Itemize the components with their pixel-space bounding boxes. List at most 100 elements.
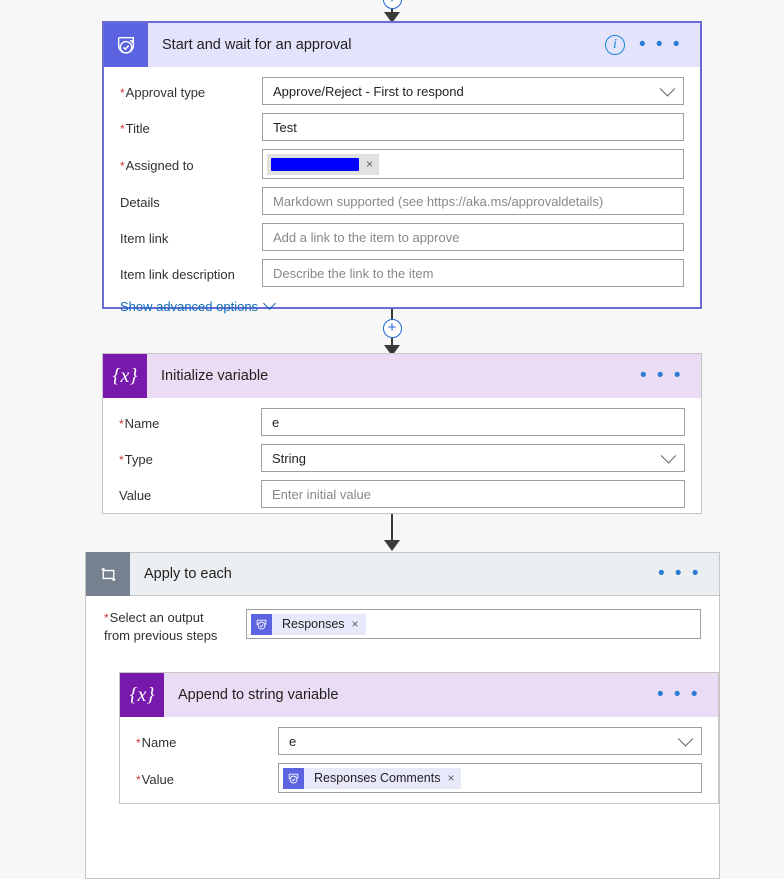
action-card-approval[interactable]: Start and wait for an approval i • • • *… <box>102 21 702 314</box>
card-menu-button-append-to-string-variable[interactable]: • • • <box>657 685 700 704</box>
card-header-initialize-variable[interactable]: {x} Initialize variable • • • <box>103 354 701 398</box>
required-marker: * <box>120 121 125 136</box>
card-body-initialize-variable: *Name e *Type String Value Enter initial… <box>103 398 701 530</box>
field-label-approval-type: *Approval type <box>120 84 206 100</box>
required-marker: * <box>120 158 125 173</box>
variable-braces-icon: {x} <box>120 673 164 717</box>
card-body-approval: *Approval type Approve/Reject - First to… <box>104 67 700 330</box>
variable-value-input[interactable]: Enter initial value <box>261 480 685 508</box>
arrowhead-icon <box>384 540 400 551</box>
action-card-append-to-string-variable[interactable]: {x} Append to string variable • • • *Nam… <box>119 672 719 804</box>
field-row-details: Details Markdown supported (see https://… <box>120 187 684 215</box>
item-link-placeholder: Add a link to the item to approve <box>273 229 460 245</box>
field-label-details: Details <box>120 195 160 210</box>
field-label-variable-name: *Name <box>119 415 160 431</box>
title-input[interactable]: Test <box>262 113 684 141</box>
required-marker: * <box>119 452 124 467</box>
info-icon[interactable]: i <box>604 35 625 55</box>
field-row-variable-value: Value Enter initial value <box>119 480 685 508</box>
plus-icon: + <box>387 319 397 336</box>
card-header-apply-to-each[interactable]: Apply to each • • • <box>85 552 720 596</box>
required-marker: * <box>136 772 141 787</box>
chevron-down-icon <box>659 81 676 97</box>
card-title-apply-to-each: Apply to each <box>144 566 232 582</box>
field-row-item-link: Item link Add a link to the item to appr… <box>120 223 684 251</box>
assigned-to-input[interactable]: × <box>262 149 684 179</box>
item-link-description-placeholder: Describe the link to the item <box>273 265 434 281</box>
card-menu-button-approval[interactable]: • • • <box>639 35 682 54</box>
card-title-approval: Start and wait for an approval <box>162 37 352 53</box>
card-body-apply-to-each: *Select an output from previous steps Re… <box>86 595 719 804</box>
card-title-append-to-string-variable: Append to string variable <box>178 687 339 703</box>
connector-top: + <box>0 0 784 23</box>
card-body-append-to-string-variable: *Name e *Value Responses Comments × <box>120 717 718 815</box>
required-marker: * <box>136 735 141 750</box>
insert-step-button-middle[interactable]: + <box>382 319 402 338</box>
append-name-dropdown[interactable]: e <box>278 727 702 755</box>
card-title-initialize-variable: Initialize variable <box>161 368 269 384</box>
variable-type-dropdown[interactable]: String <box>261 444 685 472</box>
show-advanced-options-label: Show advanced options <box>120 299 259 314</box>
field-row-title: *Title Test <box>120 113 684 141</box>
show-advanced-options-link[interactable]: Show advanced options <box>120 297 276 314</box>
chevron-down-icon <box>677 731 694 747</box>
variable-name-value: e <box>272 414 280 430</box>
item-link-description-input[interactable]: Describe the link to the item <box>262 259 684 287</box>
item-link-input[interactable]: Add a link to the item to approve <box>262 223 684 251</box>
remove-token-icon[interactable]: × <box>352 618 359 630</box>
card-header-actions-apply-to-each: • • • <box>658 564 719 583</box>
card-menu-button-apply-to-each[interactable]: • • • <box>658 564 701 583</box>
field-row-variable-type: *Type String <box>119 444 685 472</box>
approval-badge-icon <box>251 613 272 635</box>
field-label-append-value: *Value <box>136 771 174 787</box>
field-label-variable-type: *Type <box>119 451 153 467</box>
required-marker: * <box>119 416 124 431</box>
card-header-append-to-string-variable[interactable]: {x} Append to string variable • • • <box>120 673 718 717</box>
required-marker: * <box>104 611 109 625</box>
action-card-initialize-variable[interactable]: {x} Initialize variable • • • *Name e *T… <box>102 353 702 514</box>
variable-value-placeholder: Enter initial value <box>272 486 371 502</box>
details-input[interactable]: Markdown supported (see https://aka.ms/a… <box>262 187 684 215</box>
field-row-item-link-description: Item link description Describe the link … <box>120 259 684 287</box>
append-name-value: e <box>289 733 297 749</box>
field-label-variable-value: Value <box>119 488 152 503</box>
select-output-input[interactable]: Responses × <box>246 609 701 639</box>
plus-icon: + <box>388 0 397 6</box>
field-row-append-name: *Name e <box>136 727 702 755</box>
append-value-input[interactable]: Responses Comments × <box>278 763 702 793</box>
chevron-down-icon <box>660 448 677 464</box>
card-header-approval[interactable]: Start and wait for an approval i • • • <box>104 23 700 67</box>
field-label-select-output: *Select an output from previous steps <box>104 610 218 643</box>
output-token-label: Responses <box>282 617 345 631</box>
field-row-variable-name: *Name e <box>119 408 685 436</box>
chevron-down-icon <box>263 297 276 310</box>
approval-type-dropdown[interactable]: Approve/Reject - First to respond <box>262 77 684 105</box>
redaction-bar <box>271 157 359 171</box>
field-row-approval-type: *Approval type Approve/Reject - First to… <box>120 77 684 105</box>
variable-name-input[interactable]: e <box>261 408 685 436</box>
approval-type-value: Approve/Reject - First to respond <box>273 83 464 99</box>
details-placeholder: Markdown supported (see https://aka.ms/a… <box>273 193 604 209</box>
card-header-actions-approval: i • • • <box>604 35 700 55</box>
field-label-assigned-to: *Assigned to <box>120 157 194 173</box>
flow-designer-canvas: + Start and wait for an approval i • • • <box>0 0 784 879</box>
remove-token-icon[interactable]: × <box>447 772 454 784</box>
card-menu-button-initialize-variable[interactable]: • • • <box>640 366 683 385</box>
field-label-append-name: *Name <box>136 734 177 750</box>
insert-step-button-top[interactable]: + <box>382 0 402 9</box>
action-card-apply-to-each[interactable]: Apply to each • • • *Select an output fr… <box>85 552 720 879</box>
field-row-append-value: *Value Responses Comments × <box>136 763 702 793</box>
variable-braces-icon: {x} <box>103 354 147 398</box>
variable-type-value: String <box>272 450 306 466</box>
approval-badge-icon <box>283 767 304 789</box>
required-marker: * <box>120 85 125 100</box>
field-label-title: *Title <box>120 120 150 136</box>
field-row-select-output: *Select an output from previous steps Re… <box>104 609 701 644</box>
remove-token-icon[interactable]: × <box>366 158 373 170</box>
assigned-to-token-redacted: × <box>267 153 380 175</box>
value-token-responses-comments: Responses Comments × <box>283 767 462 789</box>
field-label-item-link-description: Item link description <box>120 267 235 282</box>
field-row-assigned-to: *Assigned to × <box>120 149 684 179</box>
value-token-label: Responses Comments <box>314 771 441 785</box>
loop-icon <box>86 552 130 596</box>
